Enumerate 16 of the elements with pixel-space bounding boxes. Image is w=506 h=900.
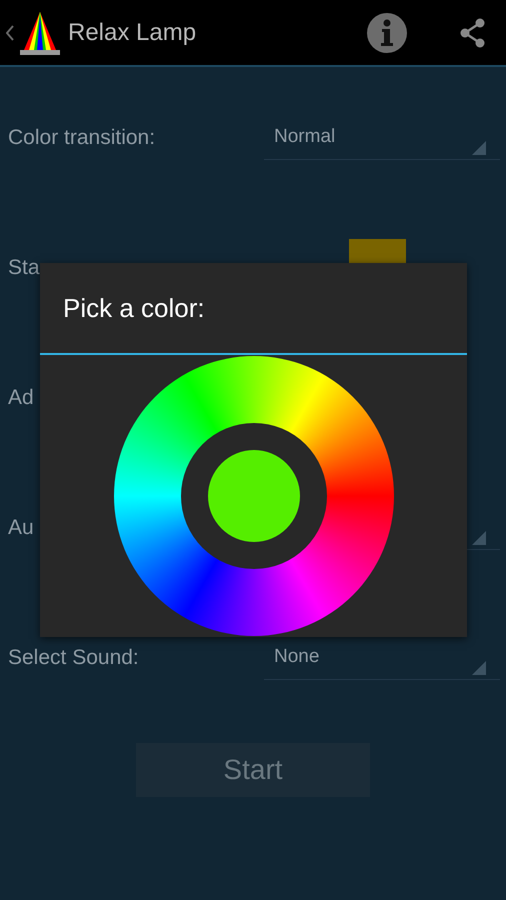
setting-label: Sta — [8, 255, 41, 282]
setting-label: Ad — [8, 385, 35, 412]
dropdown-arrow-icon — [472, 661, 486, 675]
dropdown-value: None — [274, 645, 320, 670]
back-caret-icon[interactable] — [6, 24, 14, 40]
setting-label: Color transition: — [8, 125, 156, 152]
dropdown-arrow-icon — [472, 141, 486, 155]
dialog-title: Pick a color: — [63, 292, 205, 324]
dropdown[interactable]: Normal — [264, 116, 500, 160]
dropdown-value: Normal — [274, 125, 336, 150]
setting-label: Select Sound: — [8, 645, 140, 672]
info-icon[interactable] — [366, 12, 408, 54]
app-title: Relax Lamp — [68, 18, 196, 48]
setting-label: Au — [8, 515, 35, 542]
dropdown-arrow-icon — [472, 531, 486, 545]
rainbow-lamp-icon — [18, 10, 62, 56]
